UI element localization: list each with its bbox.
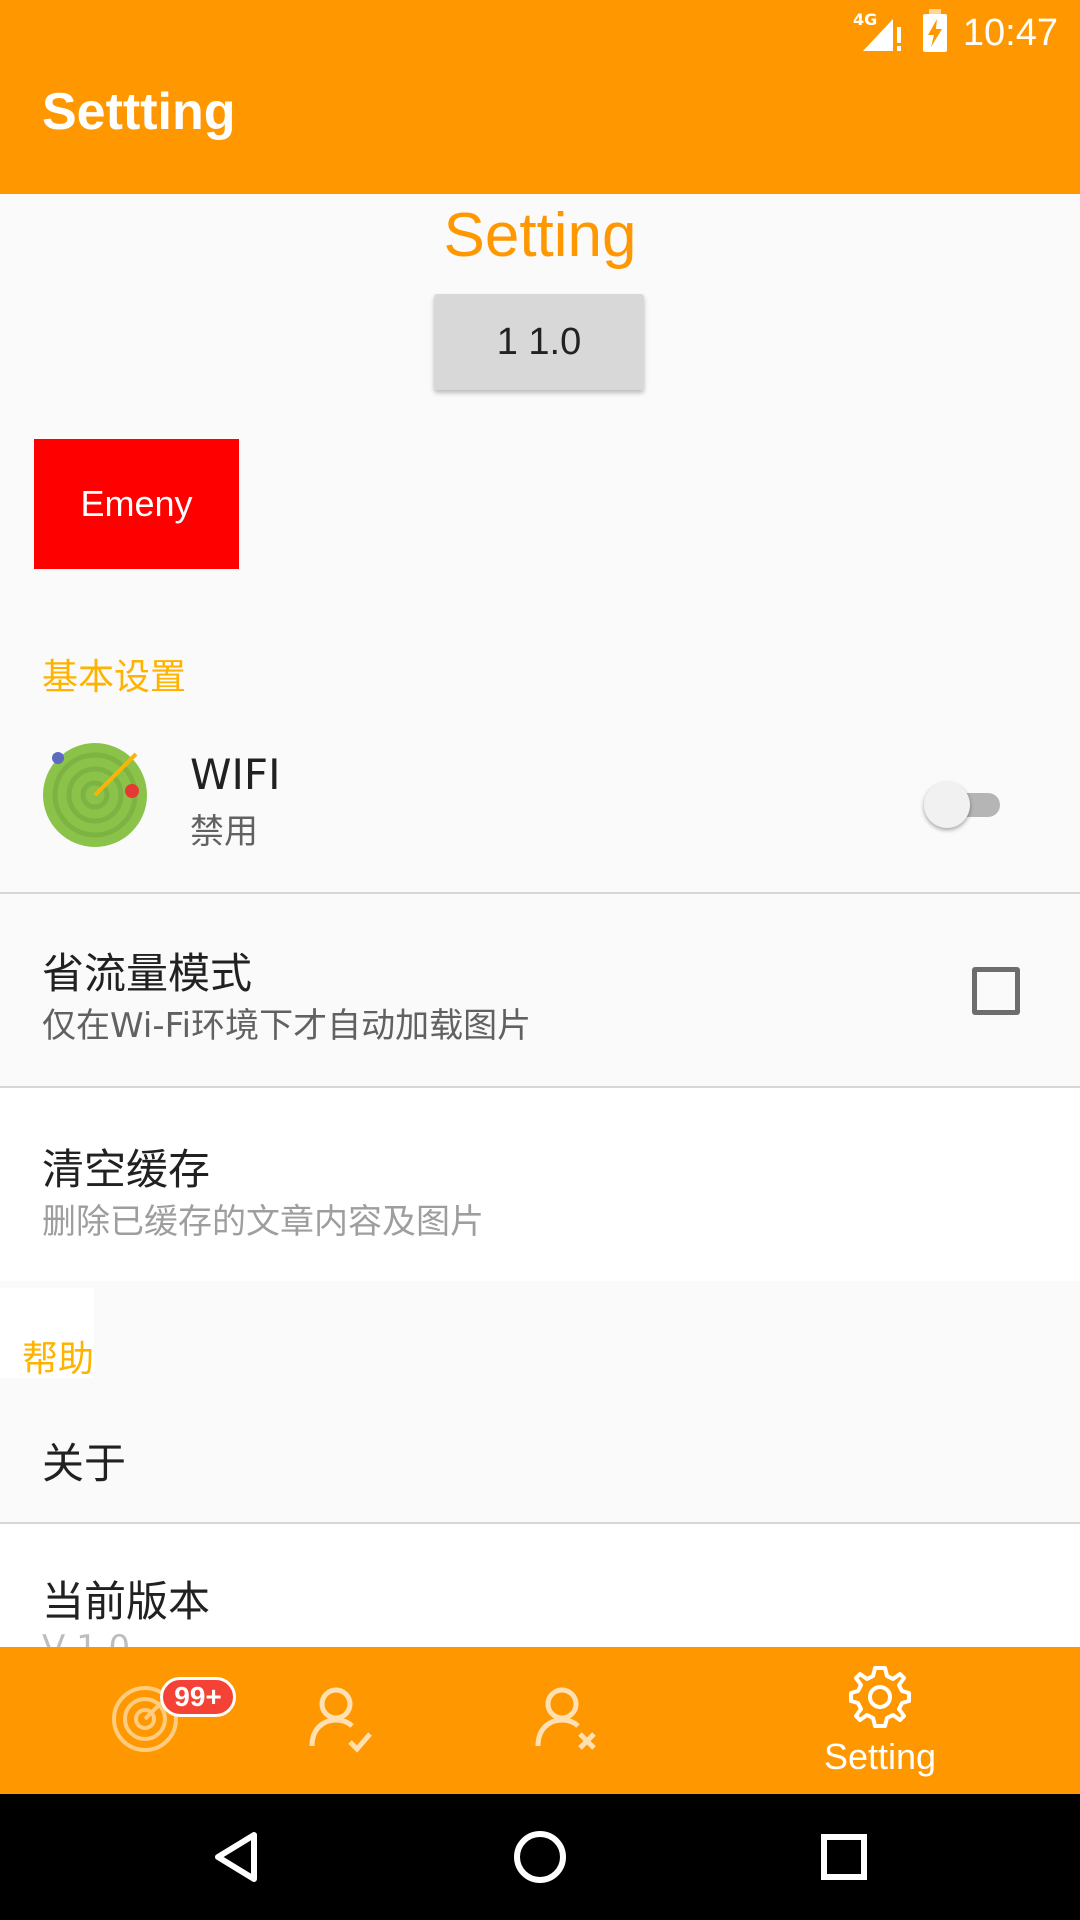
system-navigation-bar — [0, 1794, 1080, 1920]
user-check-icon — [306, 1684, 376, 1758]
recents-button[interactable] — [799, 1812, 889, 1902]
setting-nav-label: Setting — [823, 1735, 937, 1777]
battery-charging-icon — [921, 9, 949, 57]
category-basic-settings: 基本设置 — [42, 657, 187, 698]
home-circle-icon — [514, 1831, 566, 1883]
enemy-button[interactable]: Emeny — [34, 439, 239, 569]
nav-item-radar[interactable]: 99+ — [60, 1647, 236, 1794]
data-saver-summary: 仅在Wi-Fi环境下才自动加载图片 — [42, 1006, 532, 1046]
page-heading: Setting — [443, 201, 637, 270]
data-saver-preference-row[interactable]: 省流量模式 仅在Wi-Fi环境下才自动加载图片 — [0, 894, 1080, 1086]
about-title: 关于 — [42, 1439, 127, 1488]
nav-item-user-remove[interactable] — [482, 1647, 652, 1794]
back-triangle-icon — [215, 1832, 257, 1882]
notification-badge: 99+ — [160, 1677, 236, 1717]
data-saver-checkbox[interactable] — [972, 967, 1020, 1015]
clear-cache-title: 清空缓存 — [42, 1145, 211, 1194]
about-preference-row[interactable]: 关于 — [0, 1400, 1080, 1522]
wifi-summary: 禁用 — [190, 812, 258, 852]
radar-icon — [42, 742, 148, 852]
clear-cache-summary: 删除已缓存的文章内容及图片 — [42, 1202, 484, 1242]
app-title: Settting — [42, 83, 236, 141]
svg-text:4G: 4G — [853, 10, 877, 29]
gear-icon — [847, 1664, 913, 1734]
current-version-summary: V 1.0 — [42, 1628, 130, 1647]
wifi-switch[interactable] — [924, 776, 1008, 832]
current-version-preference-row[interactable]: 当前版本 V 1.0 — [0, 1524, 1080, 1647]
data-saver-title: 省流量模式 — [42, 949, 253, 998]
wifi-title: WIFI — [190, 750, 281, 799]
bottom-navigation: 99+ Setting — [0, 1647, 1080, 1794]
app-bar: 4G 10:47 Settting — [0, 0, 1080, 194]
nav-item-user-check[interactable] — [256, 1647, 426, 1794]
category-help: 帮助 — [22, 1339, 95, 1380]
home-button[interactable] — [495, 1812, 585, 1902]
settings-screen: 4G 10:47 Settting Setting 1 1.0 Emeny 基本… — [0, 0, 1080, 1920]
recents-square-icon — [821, 1834, 867, 1880]
wifi-preference-row[interactable]: WIFI 禁用 — [0, 720, 1080, 892]
back-button[interactable] — [191, 1812, 281, 1902]
switch-thumb — [924, 782, 970, 828]
version-button[interactable]: 1 1.0 — [434, 294, 644, 390]
clear-cache-preference-row[interactable]: 清空缓存 删除已缓存的文章内容及图片 — [0, 1088, 1080, 1281]
status-time: 10:47 — [962, 11, 1058, 54]
status-bar: 4G 10:47 — [853, 0, 1080, 66]
signal-icon: 4G — [853, 9, 907, 57]
user-remove-icon — [532, 1684, 602, 1758]
nav-item-setting[interactable]: Setting — [790, 1647, 970, 1794]
current-version-title: 当前版本 — [42, 1577, 211, 1626]
